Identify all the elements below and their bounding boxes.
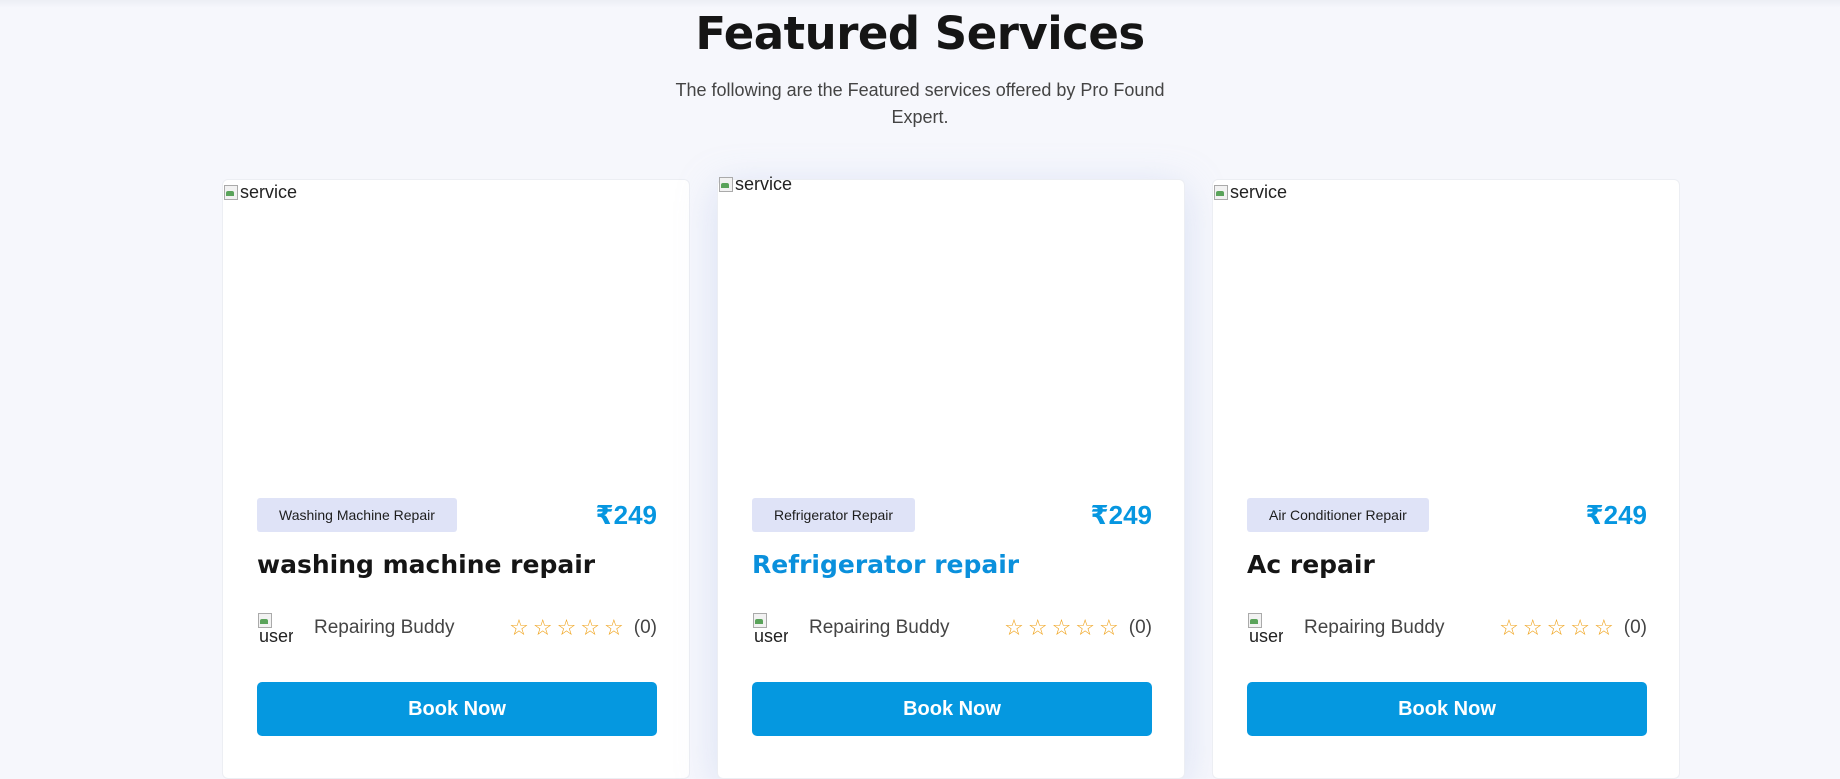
service-image-alt: service	[240, 182, 298, 202]
provider-row: user Repairing Buddy ☆ ☆ ☆ ☆ ☆ (0)	[752, 610, 1152, 646]
star-outline-icon: ☆	[1051, 615, 1072, 640]
category-badge[interactable]: Refrigerator Repair	[752, 498, 916, 532]
section-subtitle: The following are the Featured services …	[675, 80, 1165, 127]
star-outline-icon: ☆	[1522, 615, 1543, 640]
avatar-alt: user	[1249, 626, 1283, 646]
star-outline-icon: ☆	[1594, 615, 1614, 640]
avatar-alt: user	[754, 626, 788, 646]
service-price: ₹249	[1585, 499, 1647, 530]
rating-stars: ☆ ☆ ☆ ☆ ☆ (0)	[505, 617, 657, 639]
broken-image-icon	[223, 184, 239, 200]
book-now-button[interactable]: Book Now	[752, 682, 1152, 736]
star-outline-icon: ☆	[1546, 615, 1567, 640]
service-image[interactable]: service	[718, 174, 1184, 480]
star-outline-icon: ☆	[580, 615, 601, 640]
review-count: (0)	[1623, 617, 1647, 638]
star-outline-icon: ☆	[1099, 615, 1119, 640]
service-image-placeholder: service	[1213, 182, 1287, 203]
service-image[interactable]: service	[1213, 180, 1679, 480]
broken-image-icon	[718, 176, 734, 192]
service-image-alt: service	[735, 174, 793, 194]
review-count: (0)	[1128, 617, 1152, 638]
provider-row: user Repairing Buddy ☆ ☆ ☆ ☆ ☆ (0)	[257, 610, 657, 646]
card-meta-row: Washing Machine Repair ₹249	[257, 498, 657, 532]
provider-name[interactable]: Repairing Buddy	[1304, 617, 1495, 639]
star-outline-icon: ☆	[604, 615, 624, 640]
book-now-button[interactable]: Book Now	[1247, 682, 1647, 736]
review-count: (0)	[633, 617, 657, 638]
category-badge[interactable]: Washing Machine Repair	[257, 498, 457, 532]
broken-image-icon	[1213, 184, 1229, 200]
rating-stars: ☆ ☆ ☆ ☆ ☆ (0)	[1000, 617, 1152, 639]
star-outline-icon: ☆	[556, 615, 577, 640]
service-image-placeholder: service	[718, 174, 792, 195]
provider-name[interactable]: Repairing Buddy	[314, 617, 505, 639]
avatar[interactable]: user	[1247, 610, 1283, 646]
service-name[interactable]: Refrigerator repair	[752, 550, 1019, 579]
star-outline-icon: ☆	[1027, 615, 1048, 640]
service-card[interactable]: service Air Conditioner Repair ₹249 Ac r…	[1212, 179, 1680, 779]
star-outline-icon: ☆	[1499, 615, 1519, 640]
star-outline-icon: ☆	[1075, 615, 1096, 640]
star-outline-icon: ☆	[1004, 615, 1024, 640]
provider-name[interactable]: Repairing Buddy	[809, 617, 1000, 639]
avatar-alt: user	[259, 626, 293, 646]
card-meta-row: Air Conditioner Repair ₹249	[1247, 498, 1647, 532]
star-outline-icon: ☆	[1570, 615, 1591, 640]
provider-row: user Repairing Buddy ☆ ☆ ☆ ☆ ☆ (0)	[1247, 610, 1647, 646]
service-price: ₹249	[595, 499, 657, 530]
service-name[interactable]: washing machine repair	[257, 550, 595, 579]
service-image[interactable]: service	[223, 180, 689, 480]
rating-stars: ☆ ☆ ☆ ☆ ☆ (0)	[1495, 617, 1647, 639]
service-image-placeholder: service	[223, 182, 297, 203]
avatar[interactable]: user	[257, 610, 293, 646]
star-outline-icon: ☆	[532, 615, 553, 640]
service-price: ₹249	[1090, 499, 1152, 530]
star-outline-icon: ☆	[509, 615, 529, 640]
service-name[interactable]: Ac repair	[1247, 550, 1375, 579]
book-now-button[interactable]: Book Now	[257, 682, 657, 736]
section-header: Featured Services The following are the …	[0, 0, 1840, 131]
card-meta-row: Refrigerator Repair ₹249	[752, 498, 1152, 532]
category-badge[interactable]: Air Conditioner Repair	[1247, 498, 1429, 532]
avatar[interactable]: user	[752, 610, 788, 646]
section-title: Featured Services	[695, 7, 1145, 60]
service-card[interactable]: service Refrigerator Repair ₹249 Refrige…	[717, 174, 1185, 779]
service-card[interactable]: service Washing Machine Repair ₹249 wash…	[222, 179, 690, 779]
service-image-alt: service	[1230, 182, 1288, 202]
